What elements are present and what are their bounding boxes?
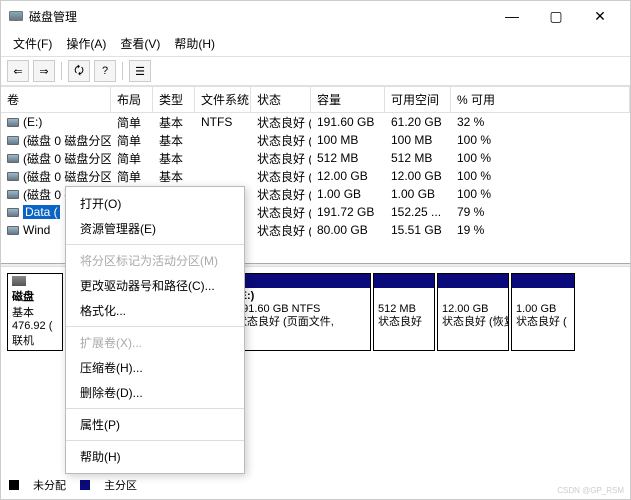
toolbar-list-button[interactable]: ☰	[129, 60, 151, 82]
col-percent[interactable]: % 可用	[451, 87, 630, 112]
legend-primary-swatch	[80, 480, 90, 490]
ctx-open[interactable]: 打开(O)	[66, 191, 244, 216]
minimize-button[interactable]: —	[490, 1, 534, 31]
volume-name: Wind	[23, 223, 50, 237]
legend-unallocated: 未分配	[33, 477, 66, 493]
ctx-help[interactable]: 帮助(H)	[66, 444, 244, 469]
ctx-shrink[interactable]: 压缩卷(H)...	[66, 355, 244, 380]
ctx-delete[interactable]: 删除卷(D)...	[66, 380, 244, 405]
ctx-format[interactable]: 格式化...	[66, 298, 244, 323]
disk-type: 基本	[12, 304, 58, 320]
disk-size: 476.92 (	[12, 320, 58, 332]
ctx-extend: 扩展卷(X)...	[66, 330, 244, 355]
volume-name: Data (	[23, 205, 60, 219]
volume-icon	[7, 190, 19, 199]
volume-name: (磁盘 0 磁盘分区 7)	[23, 168, 111, 185]
partition[interactable]: 12.00 GB状态良好 (恢复	[437, 273, 509, 351]
volume-row[interactable]: (E:)简单基本NTFS状态良好 (...191.60 GB61.20 GB32…	[1, 113, 630, 131]
disk-status: 联机	[12, 332, 58, 348]
legend-unallocated-swatch	[9, 480, 19, 490]
volume-icon	[7, 226, 19, 235]
ctx-mark-active: 将分区标记为活动分区(M)	[66, 248, 244, 273]
volume-name: (E:)	[23, 115, 42, 129]
disk-name: 磁盘	[12, 288, 58, 304]
toolbar-back-button[interactable]: ⇐	[7, 60, 29, 82]
app-icon	[9, 11, 23, 21]
ctx-properties[interactable]: 属性(P)	[66, 412, 244, 437]
close-button[interactable]: ✕	[578, 1, 622, 31]
toolbar-refresh-button[interactable]: 🗘	[68, 60, 90, 82]
menu-help[interactable]: 帮助(H)	[168, 33, 221, 54]
volume-row[interactable]: (磁盘 0 磁盘分区 6)简单基本状态良好 (...512 MB512 MB10…	[1, 149, 630, 167]
col-volume[interactable]: 卷	[1, 87, 111, 112]
menu-file[interactable]: 文件(F)	[7, 33, 58, 54]
volume-icon	[7, 172, 19, 181]
col-type[interactable]: 类型	[153, 87, 195, 112]
legend-primary: 主分区	[104, 477, 137, 493]
col-status[interactable]: 状态	[251, 87, 311, 112]
toolbar-help-button[interactable]: ?	[94, 60, 116, 82]
window-title: 磁盘管理	[29, 8, 77, 25]
volume-icon	[7, 154, 19, 163]
partition[interactable]: 1.00 GB状态良好 (	[511, 273, 575, 351]
col-free[interactable]: 可用空间	[385, 87, 451, 112]
volume-icon	[7, 208, 19, 217]
context-menu: 打开(O) 资源管理器(E) 将分区标记为活动分区(M) 更改驱动器号和路径(C…	[65, 186, 245, 474]
volume-name: (磁盘 0 磁盘分区 1)	[23, 132, 111, 149]
volume-icon	[7, 118, 19, 127]
disk-info[interactable]: 磁盘 基本 476.92 ( 联机	[7, 273, 63, 351]
toolbar-forward-button[interactable]: ⇒	[33, 60, 55, 82]
col-filesystem[interactable]: 文件系统	[195, 87, 251, 112]
menu-action[interactable]: 操作(A)	[60, 33, 112, 54]
volume-icon	[7, 136, 19, 145]
partition[interactable]: 512 MB状态良好	[373, 273, 435, 351]
col-layout[interactable]: 布局	[111, 87, 153, 112]
volume-name: (磁盘 0 磁盘分区 6)	[23, 150, 111, 167]
col-capacity[interactable]: 容量	[311, 87, 385, 112]
volume-row[interactable]: (磁盘 0 磁盘分区 1)简单基本状态良好 (...100 MB100 MB10…	[1, 131, 630, 149]
disk-icon	[12, 276, 26, 286]
partition[interactable]: (E:)191.60 GB NTFS状态良好 (页面文件,	[231, 273, 371, 351]
volume-row[interactable]: (磁盘 0 磁盘分区 7)简单基本状态良好 (...12.00 GB12.00 …	[1, 167, 630, 185]
ctx-explorer[interactable]: 资源管理器(E)	[66, 216, 244, 241]
menu-view[interactable]: 查看(V)	[114, 33, 166, 54]
ctx-change-drive[interactable]: 更改驱动器号和路径(C)...	[66, 273, 244, 298]
maximize-button[interactable]: ▢	[534, 1, 578, 31]
watermark: CSDN @GP_RSM	[557, 486, 624, 495]
